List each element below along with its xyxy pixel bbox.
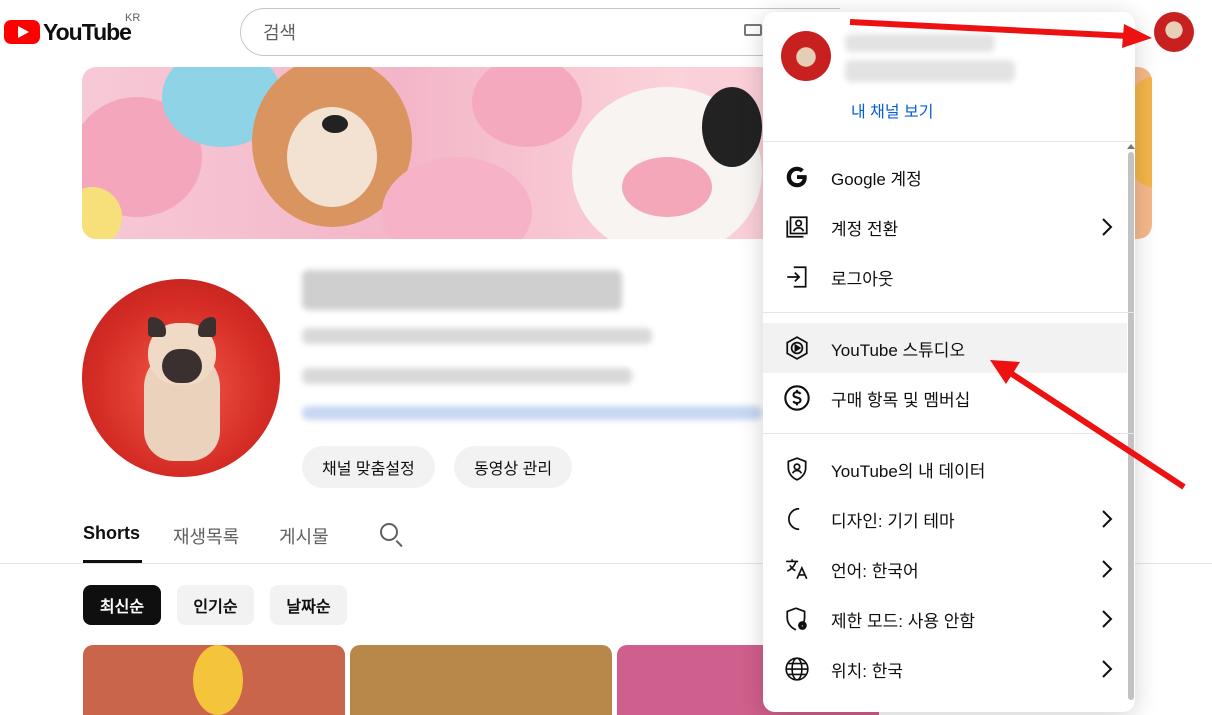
customize-channel-button[interactable]: 채널 맞춤설정 [302, 446, 435, 488]
banner-pig-top [472, 67, 582, 147]
menu-item-label: 제한 모드: 사용 안함 [831, 611, 976, 631]
menu-item-sign-out[interactable]: 로그아웃 [763, 252, 1127, 302]
view-channel-link[interactable]: 내 채널 보기 [851, 98, 934, 122]
pug-ear-left [148, 317, 166, 337]
menu-item-label: Google 계정 [831, 169, 922, 189]
channel-name-blurred [302, 270, 622, 310]
tab-shorts[interactable]: Shorts [83, 523, 140, 544]
menu-item-label: YouTube의 내 데이터 [831, 461, 986, 481]
menu-item-label: 위치: 한국 [831, 661, 904, 681]
banner-cow-spot [702, 87, 762, 167]
chip-popular[interactable]: 인기순 [177, 585, 254, 625]
translate-icon [763, 556, 831, 582]
menu-divider [763, 433, 1135, 434]
menu-item-language[interactable]: 언어: 한국어 [763, 544, 1127, 594]
channel-meta-blurred [302, 328, 652, 344]
short-thumbnail-2[interactable] [350, 645, 612, 715]
menu-scrollbar[interactable] [1128, 152, 1134, 700]
menu-item-google-account[interactable]: Google 계정 [763, 152, 1127, 202]
thumbnail-toy [193, 645, 243, 715]
menu-item-label: 계정 전환 [831, 219, 899, 239]
keyboard-icon[interactable] [744, 24, 762, 36]
banner-cow-nose [622, 157, 712, 217]
pug-mask [162, 349, 202, 383]
switch-account-icon [763, 214, 831, 240]
youtube-logo[interactable]: YouTube [4, 14, 132, 50]
scroll-up-arrow[interactable] [1127, 144, 1135, 149]
logo-text: YouTube [43, 18, 132, 45]
youtube-play-icon [4, 20, 40, 44]
menu-item-label: 디자인: 기기 테마 [831, 511, 955, 531]
menu-item-label: YouTube 스튜디오 [831, 340, 966, 360]
account-name-blurred [845, 34, 995, 52]
menu-item-switch-account[interactable]: 계정 전환 [763, 202, 1127, 252]
region-code: KR [125, 12, 141, 24]
channel-search-icon[interactable] [380, 523, 398, 541]
chevron-right-icon [1087, 509, 1127, 529]
account-handle-blurred [845, 60, 1015, 82]
menu-item-restricted-mode[interactable]: 제한 모드: 사용 안함 [763, 594, 1127, 644]
menu-divider [763, 141, 1135, 142]
menu-divider [763, 312, 1135, 313]
manage-videos-button[interactable]: 동영상 관리 [454, 446, 573, 488]
menu-item-youtube-studio[interactable]: YouTube 스튜디오 [763, 323, 1127, 373]
menu-item-your-data[interactable]: YouTube의 내 데이터 [763, 444, 1127, 494]
chevron-right-icon [1087, 217, 1127, 237]
channel-avatar[interactable] [82, 279, 280, 477]
chip-oldest[interactable]: 날짜순 [270, 585, 347, 625]
menu-account-avatar [781, 31, 831, 81]
menu-item-label: 언어: 한국어 [831, 561, 919, 581]
tab-playlists[interactable]: 재생목록 [173, 523, 239, 549]
sign-out-icon [763, 264, 831, 290]
chevron-right-icon [1087, 609, 1127, 629]
dollar-icon [763, 384, 831, 412]
search-placeholder: 검색 [263, 23, 297, 43]
menu-item-location[interactable]: 위치: 한국 [763, 644, 1127, 694]
moon-icon [763, 506, 831, 532]
banner-dog-nose [322, 115, 348, 133]
channel-link-blurred [302, 406, 762, 420]
chevron-right-icon [1087, 559, 1127, 579]
studio-icon [763, 335, 831, 361]
menu-item-appearance[interactable]: 디자인: 기기 테마 [763, 494, 1127, 544]
short-thumbnail-1[interactable] [83, 645, 345, 715]
tab-posts[interactable]: 게시물 [279, 523, 329, 549]
menu-item-label: 로그아웃 [831, 269, 894, 289]
shield-person-icon [763, 456, 831, 482]
channel-description-blurred [302, 368, 632, 384]
chip-latest[interactable]: 최신순 [83, 585, 161, 625]
menu-item-purchases[interactable]: 구매 항목 및 멤버십 [763, 373, 1127, 423]
google-icon [763, 164, 831, 190]
menu-item-label: 구매 항목 및 멤버십 [831, 390, 971, 410]
chevron-right-icon [1087, 659, 1127, 679]
pug-ear-right [198, 317, 216, 337]
restricted-icon [763, 606, 831, 632]
globe-icon [763, 656, 831, 682]
account-avatar-button[interactable] [1154, 12, 1194, 52]
